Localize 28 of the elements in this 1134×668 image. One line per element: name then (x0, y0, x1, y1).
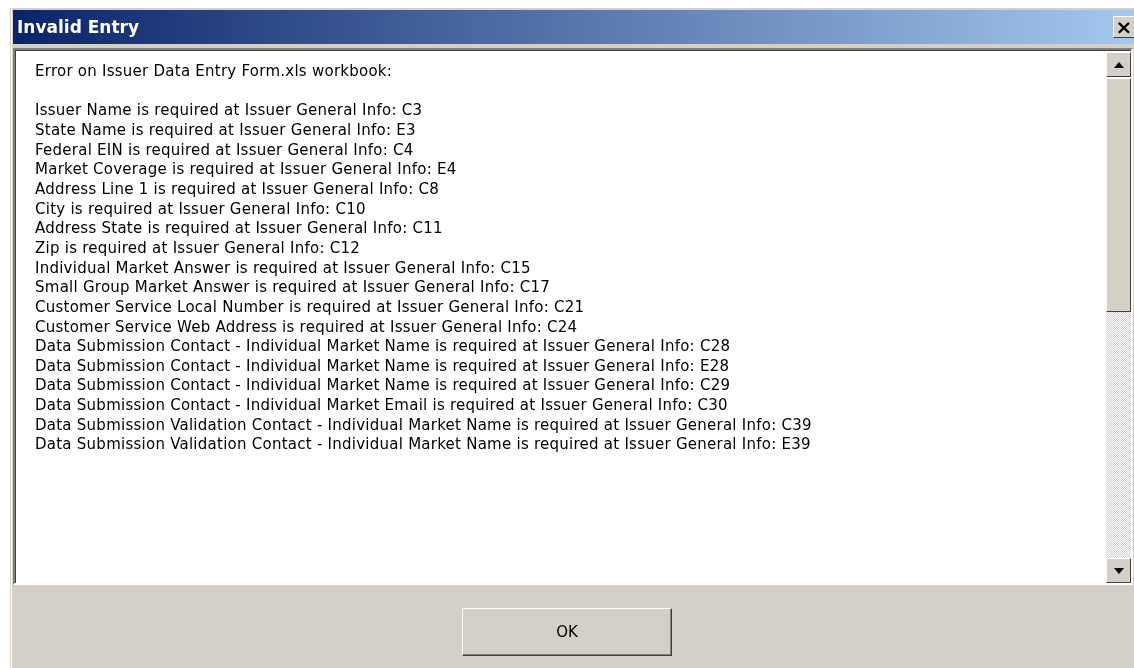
scroll-down-button[interactable] (1106, 558, 1131, 583)
error-line: Data Submission Contact - Individual Market Name is required at Issuer General Info: C28 (35, 337, 732, 357)
error-line: Data Submission Validation Contact - Individual Market Name is required at Issuer General Info: C39 (35, 415, 813, 436)
error-line: Small Group Market Answer is required at Issuer General Info: C17 (35, 278, 552, 298)
message-heading: Error on Issuer Data Entry Form.xls workbook: (35, 62, 394, 82)
error-line: Data Submission Contact - Individual Market Email is required at Issuer General Info: C30 (35, 396, 729, 416)
scroll-up-button[interactable] (1106, 52, 1131, 77)
error-line: Market Coverage is required at Issuer General Info: E4 (35, 160, 458, 180)
error-line: Address Line 1 is required at Issuer General Info: C8 (35, 179, 441, 200)
window-title: Invalid Entry (17, 17, 141, 37)
error-line: Issuer Name is required at Issuer General Info: C3 (35, 101, 424, 121)
error-line: Customer Service Web Address is required at Issuer General Info: C24 (35, 317, 579, 338)
close-button[interactable]: × (1113, 16, 1134, 38)
scrollbar-thumb[interactable] (1106, 78, 1131, 312)
error-line: Customer Service Local Number is required at Issuer General Info: C21 (35, 297, 586, 318)
scrollbar[interactable] (1106, 52, 1131, 583)
error-line: Individual Market Answer is required at Issuer General Info: C15 (35, 258, 532, 279)
error-line: Federal EIN is required at Issuer General Info: C4 (35, 140, 415, 161)
error-line: Address State is required at Issuer General Info: C11 (35, 219, 444, 239)
up-arrow-icon (1113, 61, 1124, 68)
error-line: Zip is required at Issuer General Info: C12 (35, 238, 362, 259)
error-line: State Name is required at Issuer General Info: E3 (35, 120, 417, 141)
error-line: Data Submission Validation Contact - Individual Market Name is required at Issuer General Info: E39 (35, 435, 812, 456)
error-line: Data Submission Contact - Individual Market Name is required at Issuer General Info: C29 (35, 376, 732, 397)
error-line: Data Submission Contact - Individual Market Name is required at Issuer General Info: E28 (35, 356, 731, 377)
ok-button[interactable]: OK (462, 608, 672, 656)
down-arrow-icon (1113, 567, 1124, 574)
error-line: City is required at Issuer General Info: C10 (35, 199, 367, 220)
